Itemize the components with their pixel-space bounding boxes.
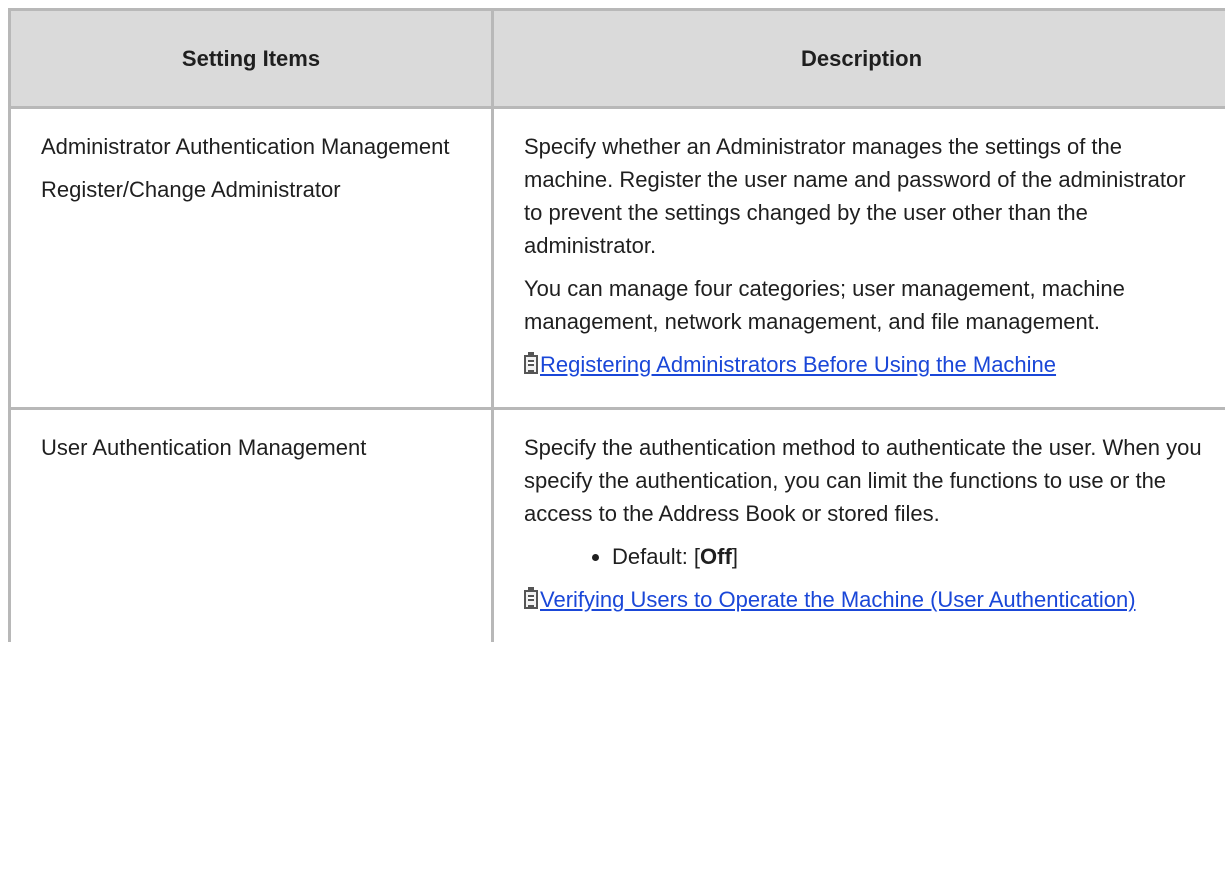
setting-item-name: User Authentication Management	[41, 435, 367, 460]
default-suffix: ]	[731, 544, 738, 569]
default-list: Default: [Off]	[524, 540, 1209, 573]
default-value: Off	[700, 544, 732, 569]
setting-items-cell: User Authentication Management	[8, 407, 494, 642]
table-row-administrator-authentication: Administrator Authentication Management …	[8, 106, 1225, 410]
setting-item-name: Administrator Authentication Management	[41, 134, 450, 159]
reference-link-line: Registering Administrators Before Using …	[524, 348, 1209, 381]
column-header-description: Description	[491, 8, 1225, 109]
link-verifying-users[interactable]: Verifying Users to Operate the Machine (…	[540, 587, 1136, 612]
description-cell: Specify the authentication method to aut…	[491, 407, 1225, 642]
link-registering-administrators[interactable]: Registering Administrators Before Using …	[540, 352, 1056, 377]
description-cell: Specify whether an Administrator manages…	[491, 106, 1225, 410]
default-value-item: Default: [Off]	[612, 540, 1209, 573]
table-row-user-authentication: User Authentication Management Specify t…	[8, 407, 1225, 642]
description-paragraph: Specify whether an Administrator manages…	[524, 134, 1186, 258]
settings-table: Setting Items Description Administrator …	[8, 8, 1225, 642]
reference-icon	[524, 587, 538, 609]
reference-icon	[524, 352, 538, 374]
default-label: Default: [	[612, 544, 701, 569]
setting-items-cell: Administrator Authentication Management …	[8, 106, 494, 410]
description-paragraph: You can manage four categories; user man…	[524, 276, 1125, 334]
table-header-row: Setting Items Description	[8, 8, 1225, 109]
description-paragraph: Specify the authentication method to aut…	[524, 435, 1202, 526]
setting-item-name: Register/Change Administrator	[41, 177, 341, 202]
reference-link-line: Verifying Users to Operate the Machine (…	[524, 583, 1209, 616]
column-header-setting-items: Setting Items	[8, 8, 494, 109]
